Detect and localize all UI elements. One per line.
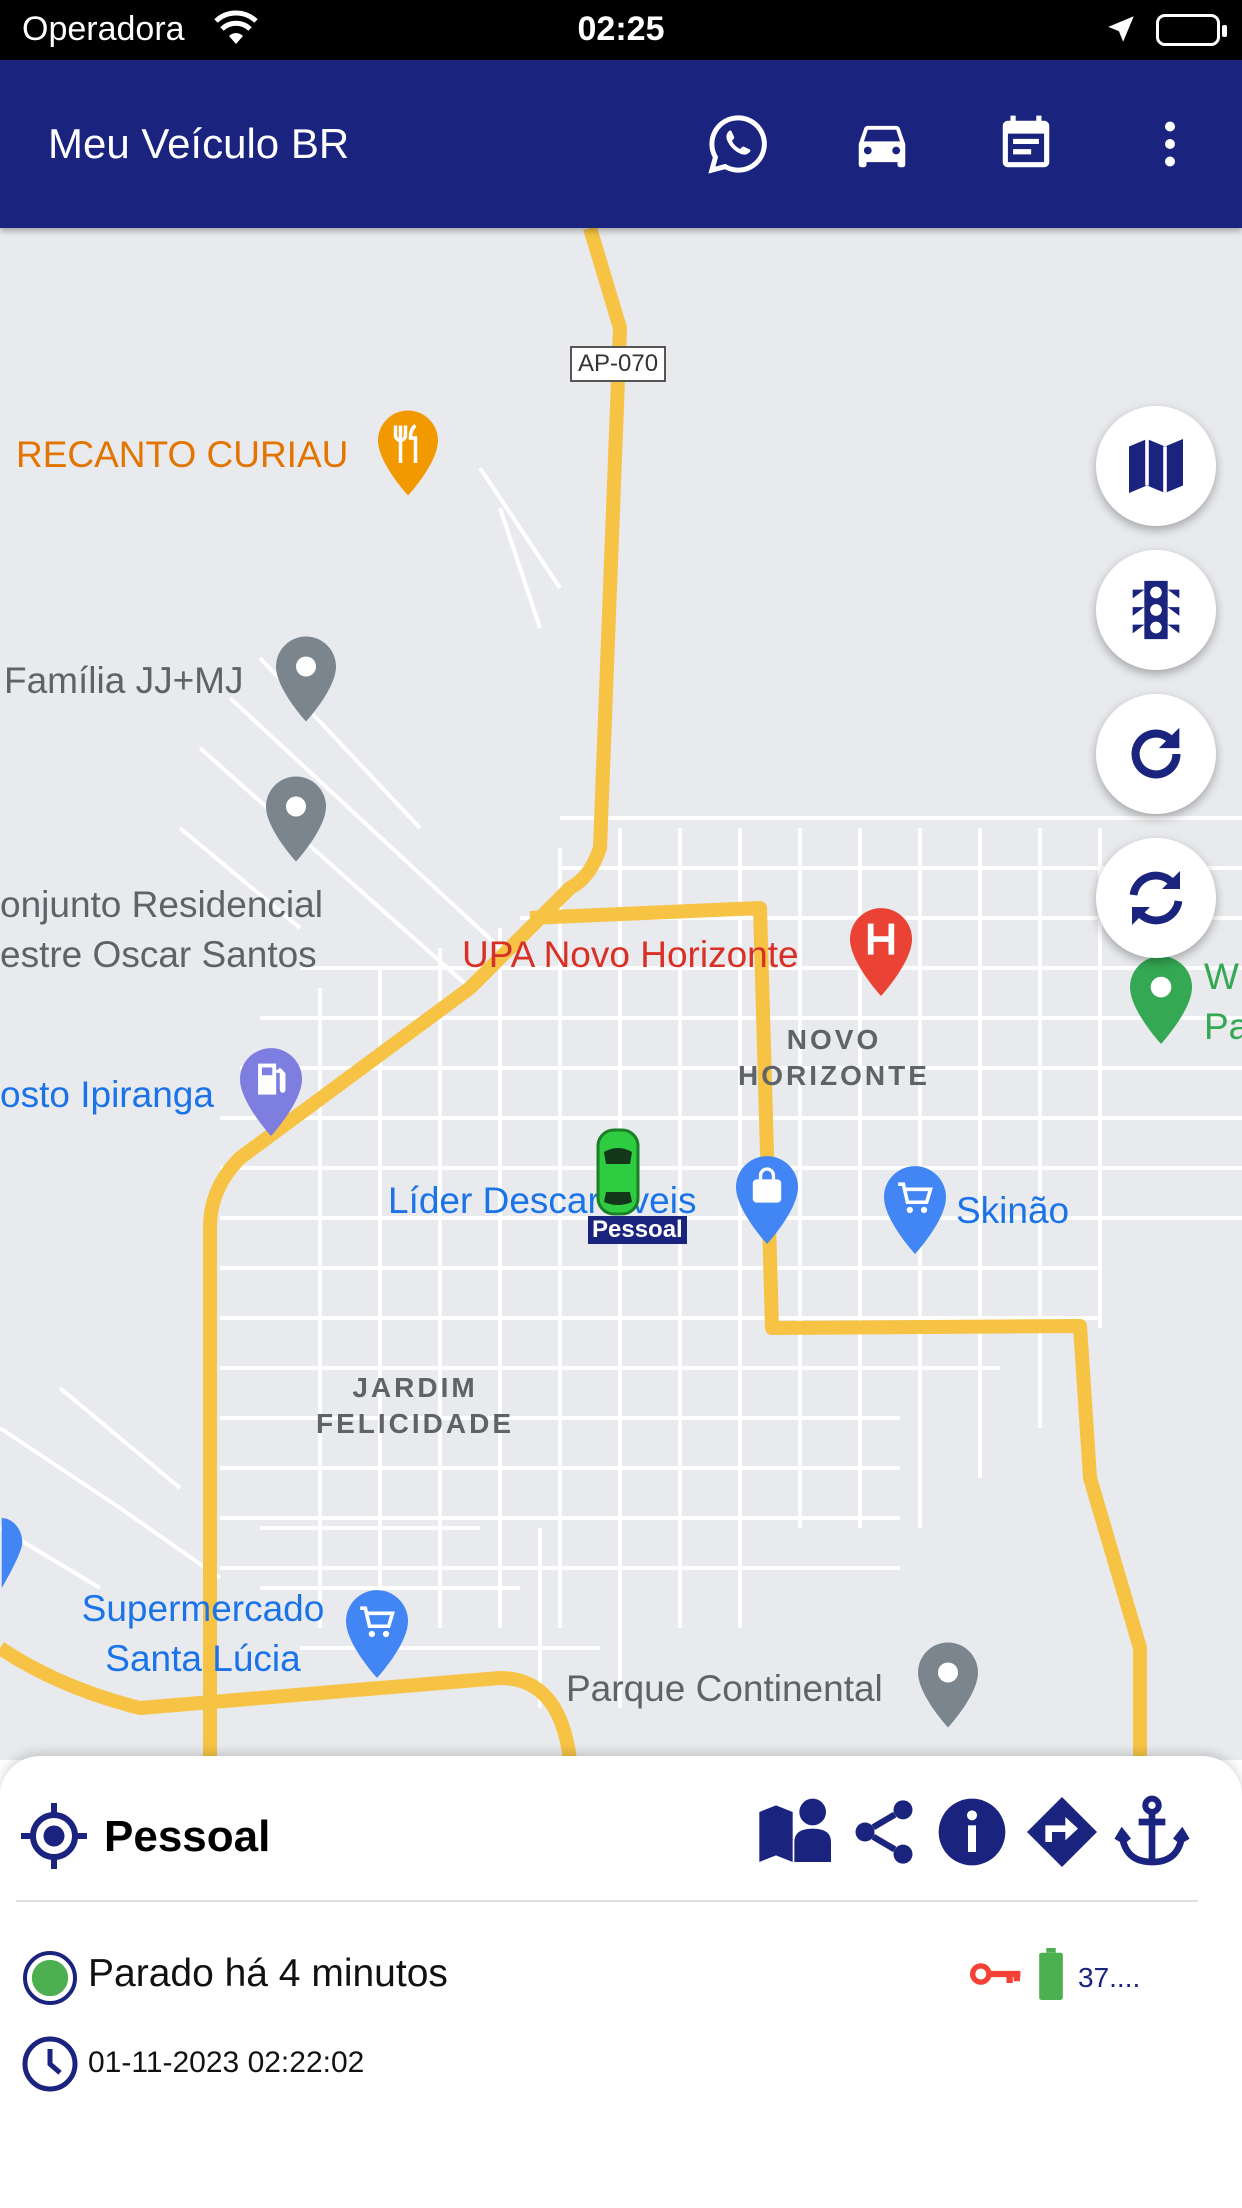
street-view-button[interactable]	[756, 1792, 836, 1872]
share-icon	[855, 1800, 913, 1864]
more-options-button[interactable]	[1134, 108, 1206, 180]
hospital-pin-icon[interactable]	[850, 908, 912, 996]
road-shield: AP-070	[570, 346, 667, 382]
place-label[interactable]: osto Ipiranga	[0, 1074, 214, 1116]
map-layers-icon	[1129, 439, 1183, 493]
place-label[interactable]: Supermercado Santa Lúcia	[68, 1584, 338, 1684]
place-label[interactable]: Pa	[1204, 1006, 1242, 1048]
ignition-key-icon	[970, 1963, 1021, 1985]
vehicle-marker-label[interactable]: Pessoal	[588, 1216, 687, 1244]
report-icon	[1002, 115, 1050, 168]
partial-pin-icon[interactable]	[0, 1518, 24, 1588]
battery-icon	[1156, 14, 1227, 46]
shopping-cart-pin-icon[interactable]	[346, 1590, 408, 1678]
gas-station-pin-icon[interactable]	[240, 1048, 302, 1136]
area-label: NOVO HORIZONTE	[734, 1022, 934, 1094]
divider	[16, 1900, 1198, 1902]
status-indicator-icon	[23, 1951, 77, 2005]
place-label[interactable]: RECANTO CURIAU	[16, 434, 348, 476]
area-label-line: NOVO	[786, 1024, 882, 1055]
battery-voltage: 37....	[1078, 1962, 1141, 1993]
place-pin-icon[interactable]	[276, 636, 336, 722]
clock-time: 02:25	[577, 10, 665, 48]
place-label[interactable]: Parque Continental	[566, 1668, 883, 1710]
directions-icon	[1027, 1797, 1097, 1867]
park-pin-icon[interactable]	[1130, 956, 1192, 1044]
share-button[interactable]	[844, 1792, 924, 1872]
vehicle-name: Pessoal	[104, 1812, 271, 1861]
refresh-icon	[1131, 727, 1181, 779]
place-label-line: Santa Lúcia	[105, 1638, 301, 1679]
more-vert-icon	[1165, 121, 1175, 167]
refresh-button[interactable]	[1096, 694, 1216, 814]
restaurant-pin-icon[interactable]	[378, 410, 438, 496]
place-label[interactable]: Família JJ+MJ	[4, 660, 244, 702]
shopping-pin-icon[interactable]	[736, 1156, 798, 1244]
sync-icon	[1129, 871, 1183, 925]
clock-icon	[22, 2036, 78, 2092]
place-label[interactable]: Skinão	[956, 1190, 1069, 1232]
whatsapp-button[interactable]	[702, 108, 774, 180]
place-label[interactable]: W	[1204, 956, 1239, 998]
vehicle-marker-icon[interactable]	[596, 1126, 640, 1218]
app-bar: Meu Veículo BR	[0, 60, 1242, 228]
map-view[interactable]: AP-070 RECANTO CURIAU Família JJ+MJ onju…	[0, 228, 1242, 1760]
vehicle-info-panel: Pessoal Parado há 4 minutos 01-11-2023 0…	[0, 1756, 1242, 2208]
place-label[interactable]: UPA Novo Horizonte	[462, 934, 799, 976]
battery-level-icon	[1039, 1948, 1063, 2000]
map-type-button[interactable]	[1096, 406, 1216, 526]
traffic-button[interactable]	[1096, 550, 1216, 670]
location-arrow-icon	[1104, 12, 1138, 55]
app-title: Meu Veículo BR	[48, 120, 350, 167]
status-bar: Operadora 02:25	[0, 0, 1242, 60]
directions-button[interactable]	[1022, 1792, 1102, 1872]
place-label[interactable]: estre Oscar Santos	[0, 934, 317, 976]
car-icon	[858, 125, 906, 168]
person-pin-map-icon	[759, 1798, 831, 1862]
place-pin-icon[interactable]	[918, 1642, 978, 1728]
info-icon	[938, 1798, 1006, 1866]
shopping-cart-pin-icon[interactable]	[884, 1166, 946, 1254]
vehicles-button[interactable]	[846, 108, 918, 180]
sync-button[interactable]	[1096, 838, 1216, 958]
place-label-line: Supermercado	[81, 1588, 325, 1629]
anchor-icon	[1114, 1795, 1190, 1866]
area-label: JARDIM FELICIDADE	[310, 1370, 520, 1442]
vehicle-status: Parado há 4 minutos	[88, 1952, 448, 1995]
place-label[interactable]: onjunto Residencial	[0, 884, 323, 926]
area-label-line: JARDIM	[352, 1372, 478, 1403]
reports-button[interactable]	[990, 108, 1062, 180]
info-button[interactable]	[932, 1792, 1012, 1872]
last-update-datetime: 01-11-2023 02:22:02	[88, 2046, 365, 2079]
place-pin-icon[interactable]	[266, 776, 326, 862]
traffic-icon	[1132, 580, 1180, 640]
area-label-line: HORIZONTE	[738, 1060, 930, 1091]
anchor-button[interactable]	[1112, 1792, 1192, 1872]
target-icon[interactable]	[18, 1800, 90, 1872]
whatsapp-icon	[708, 115, 767, 174]
area-label-line: FELICIDADE	[316, 1408, 514, 1439]
